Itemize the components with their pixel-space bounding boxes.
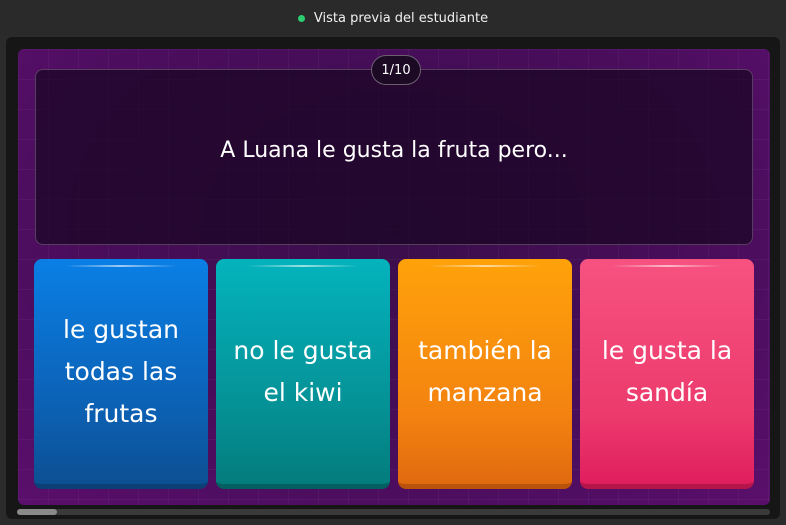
answer-option-2[interactable]: no le gusta el kiwi <box>216 259 390 489</box>
preview-status-label: Vista previa del estudiante <box>313 10 489 26</box>
answer-option-4[interactable]: le gusta la sandía <box>580 259 754 489</box>
preview-header: Vista previa del estudiante <box>0 0 786 36</box>
question-counter-badge: 1/10 <box>371 55 421 85</box>
scrollbar-thumb[interactable] <box>17 509 57 515</box>
answer-option-label: le gusta la sandía <box>601 335 733 407</box>
answer-option-label: no le gusta el kiwi <box>233 335 373 407</box>
answer-option-label: le gustan todas las frutas <box>63 314 179 428</box>
question-text: A Luana le gusta la fruta pero... <box>220 137 568 163</box>
answer-option-label: también la manzana <box>418 335 552 407</box>
answer-option-3[interactable]: también la manzana <box>398 259 572 489</box>
horizontal-scrollbar[interactable] <box>17 509 770 515</box>
answer-option-1[interactable]: le gustan todas las frutas <box>34 259 208 489</box>
status-dot-icon <box>297 14 305 22</box>
question-card: A Luana le gusta la fruta pero... <box>35 69 753 245</box>
